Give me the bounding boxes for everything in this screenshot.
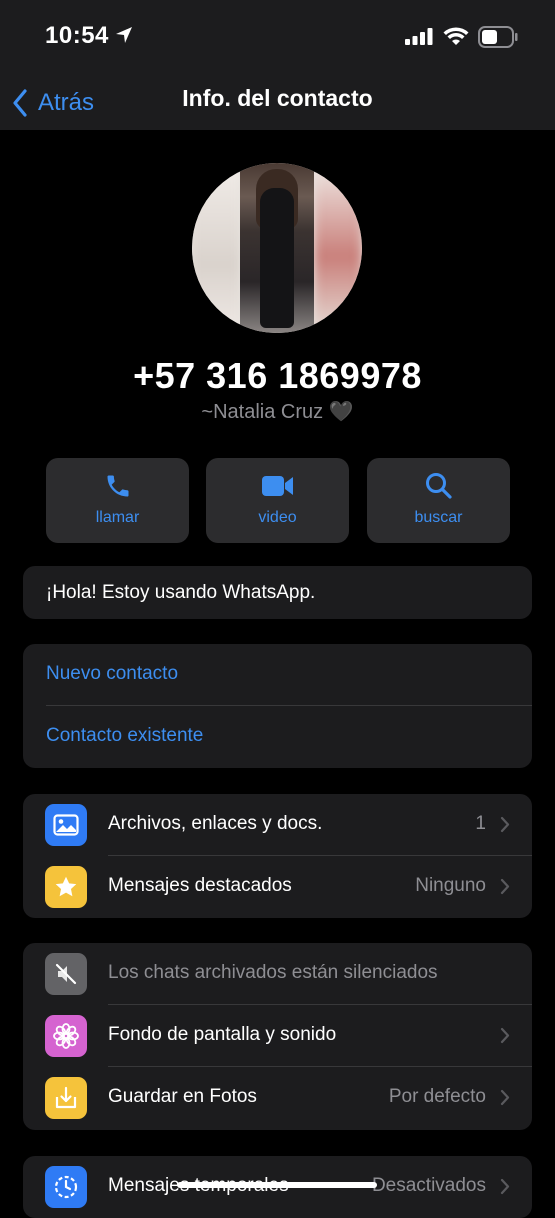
contact-phone: +57 316 1869978 — [133, 355, 422, 396]
existing-contact-label: Contacto existente — [46, 725, 204, 746]
contact-options-card: Nuevo contacto Contacto existente — [23, 644, 532, 768]
status-bar: 10:54 — [0, 0, 555, 75]
new-contact-label: Nuevo contacto — [46, 663, 179, 684]
download-icon — [45, 1077, 87, 1119]
starred-messages-row[interactable]: Mensajes destacados Ninguno — [23, 856, 532, 918]
chevron-right-icon — [500, 1089, 510, 1106]
starred-messages-value: Ninguno — [415, 875, 486, 896]
about-card[interactable]: ¡Hola! Estoy usando WhatsApp. — [23, 566, 532, 619]
save-to-photos-value: Por defecto — [388, 1086, 486, 1107]
signal-icon — [405, 28, 433, 45]
page-title: Info. del contacto — [182, 85, 373, 111]
status-time: 10:54 — [45, 22, 109, 49]
wifi-icon — [443, 27, 469, 45]
mute-icon — [45, 953, 87, 995]
search-label: buscar — [414, 509, 463, 526]
contact-avatar[interactable] — [192, 163, 362, 333]
save-to-photos-label: Guardar en Fotos — [108, 1086, 257, 1107]
search-icon — [425, 473, 452, 499]
media-links-docs-row[interactable]: Archivos, enlaces y docs. 1 — [23, 794, 532, 856]
media-card: Archivos, enlaces y docs. 1 Mensajes des… — [23, 794, 532, 918]
wallpaper-sound-row[interactable]: Fondo de pantalla y sonido — [23, 1005, 532, 1067]
new-contact-row[interactable]: Nuevo contacto — [23, 644, 532, 706]
call-label: llamar — [95, 509, 140, 526]
phone-icon — [107, 475, 128, 497]
navigation-bar: Atrás Info. del contacto — [0, 75, 555, 130]
about-text: ¡Hola! Estoy usando WhatsApp. — [46, 582, 316, 603]
starred-messages-label: Mensajes destacados — [108, 875, 292, 896]
media-count: 1 — [475, 813, 486, 834]
action-buttons: llamar video buscar — [46, 458, 510, 543]
home-indicator[interactable] — [177, 1182, 377, 1188]
photo-icon — [45, 804, 87, 846]
chevron-right-icon — [500, 816, 510, 833]
disappearing-messages-value: Desactivados — [371, 1175, 486, 1196]
existing-contact-row[interactable]: Contacto existente — [23, 706, 532, 768]
save-to-photos-row[interactable]: Guardar en Fotos Por defecto — [23, 1067, 532, 1129]
archived-muted-row: Los chats archivados están silenciados — [23, 943, 532, 1005]
search-button[interactable]: buscar — [367, 458, 510, 543]
chevron-right-icon — [500, 878, 510, 895]
battery-icon — [478, 26, 518, 48]
timer-icon — [45, 1166, 87, 1208]
settings-card: Los chats archivados están silenciados F… — [23, 943, 532, 1130]
chevron-right-icon — [500, 1027, 510, 1044]
chevron-right-icon — [500, 1178, 510, 1195]
wallpaper-sound-label: Fondo de pantalla y sonido — [108, 1024, 337, 1045]
video-button[interactable]: video — [206, 458, 349, 543]
flower-icon — [45, 1015, 87, 1057]
video-label: video — [258, 509, 297, 526]
contact-name: ~Natalia Cruz 🖤 — [201, 401, 354, 423]
star-icon — [45, 866, 87, 908]
video-icon — [261, 476, 293, 496]
location-arrow-icon — [116, 27, 132, 43]
call-button[interactable]: llamar — [46, 458, 189, 543]
archived-muted-label: Los chats archivados están silenciados — [108, 962, 438, 983]
media-links-docs-label: Archivos, enlaces y docs. — [108, 813, 323, 834]
